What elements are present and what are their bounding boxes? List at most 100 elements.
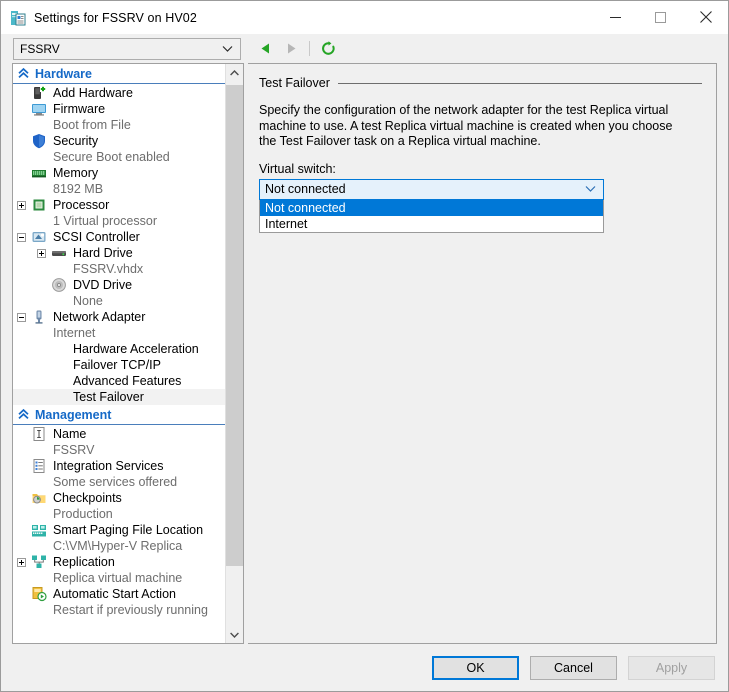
cancel-button[interactable]: Cancel	[530, 656, 617, 680]
tree-item-label: Smart Paging File Location	[53, 523, 203, 537]
name-text-icon	[31, 426, 47, 442]
tree-item-label: Hard Drive	[73, 246, 133, 260]
tree-item-network-adapter[interactable]: Network Adapter	[13, 309, 225, 325]
tree-item-hardware-acceleration[interactable]: Hardware Acceleration	[13, 341, 225, 357]
dialog-footer: OK Cancel Apply	[1, 644, 728, 691]
virtual-switch-dropdown-list[interactable]: Not connectedInternet	[259, 200, 604, 233]
automatic-start-icon	[31, 586, 47, 602]
hard-drive-icon	[51, 245, 67, 261]
tree-item-smart-paging-file-location[interactable]: Smart Paging File Location	[13, 522, 225, 538]
tree-item-label: Add Hardware	[53, 86, 133, 100]
tree-item-sublabel: Some services offered	[13, 474, 225, 490]
virtual-switch-combobox-wrapper: Not connected Not connectedInternet	[259, 179, 604, 233]
tree-item-advanced-features[interactable]: Advanced Features	[13, 373, 225, 389]
tree-item-hard-drive[interactable]: Hard Drive	[13, 245, 225, 261]
tree-item-label: Test Failover	[73, 390, 144, 404]
toolbar: FSSRV	[1, 34, 728, 63]
tree-item-label: Replication	[53, 555, 115, 569]
settings-tree-panel: HardwareAdd HardwareFirmwareBoot from Fi…	[12, 63, 244, 644]
collapse-icon[interactable]	[17, 313, 26, 322]
tree-item-label: SCSI Controller	[53, 230, 140, 244]
chevron-up-double-icon	[17, 408, 30, 421]
expand-icon[interactable]	[17, 558, 26, 567]
tree-item-label: Hardware Acceleration	[73, 342, 199, 356]
tree-item-integration-services[interactable]: Integration Services	[13, 458, 225, 474]
tree-item-sublabel: FSSRV	[13, 442, 225, 458]
tree-item-sublabel: Secure Boot enabled	[13, 149, 225, 165]
minimize-button[interactable]	[593, 1, 638, 33]
window-title: Settings for FSSRV on HV02	[34, 11, 197, 25]
tree-item-scsi-controller[interactable]: SCSI Controller	[13, 229, 225, 245]
integration-services-icon	[31, 458, 47, 474]
toolbar-separator	[309, 41, 310, 56]
firmware-monitor-icon	[31, 101, 47, 117]
add-hardware-icon	[31, 85, 47, 101]
content-pane: Test Failover Specify the configuration …	[248, 63, 717, 644]
tree-item-automatic-start-action[interactable]: Automatic Start Action	[13, 586, 225, 602]
section-title: Hardware	[35, 67, 92, 81]
tree-item-label: Advanced Features	[73, 374, 181, 388]
tree-item-label: Security	[53, 134, 98, 148]
dvd-drive-icon	[51, 277, 67, 293]
tree-item-add-hardware[interactable]: Add Hardware	[13, 85, 225, 101]
memory-module-icon	[31, 165, 47, 181]
title-bar: Settings for FSSRV on HV02	[1, 1, 728, 34]
tree-item-name[interactable]: Name	[13, 426, 225, 442]
tree-item-sublabel: Restart if previously running	[13, 602, 225, 618]
tree-item-sublabel: Internet	[13, 325, 225, 341]
checkpoints-icon	[31, 490, 47, 506]
tree-item-label: Failover TCP/IP	[73, 358, 161, 372]
tree-item-failover-tcp-ip[interactable]: Failover TCP/IP	[13, 357, 225, 373]
tree-item-sublabel: 8192 MB	[13, 181, 225, 197]
maximize-button[interactable]	[638, 1, 683, 33]
network-adapter-icon	[31, 309, 47, 325]
apply-button: Apply	[628, 656, 715, 680]
smart-paging-icon	[31, 522, 47, 538]
back-button[interactable]	[252, 38, 278, 60]
dropdown-option-internet[interactable]: Internet	[260, 216, 603, 232]
tree-item-processor[interactable]: Processor	[13, 197, 225, 213]
group-title: Test Failover	[259, 76, 338, 90]
tree-item-label: Automatic Start Action	[53, 587, 176, 601]
vm-selector-combobox[interactable]: FSSRV	[13, 38, 241, 60]
sidebar-scrollbar[interactable]	[225, 64, 243, 643]
scrollbar-track[interactable]	[226, 81, 243, 626]
dialog-body: HardwareAdd HardwareFirmwareBoot from Fi…	[1, 63, 728, 644]
settings-dialog-window: Settings for FSSRV on HV02 FSSRV	[0, 0, 729, 692]
processor-chip-icon	[31, 197, 47, 213]
dropdown-option-not-connected[interactable]: Not connected	[260, 200, 603, 216]
tree-item-label: Network Adapter	[53, 310, 145, 324]
tree-item-label: DVD Drive	[73, 278, 132, 292]
settings-document-icon	[10, 10, 26, 26]
tree-item-firmware[interactable]: Firmware	[13, 101, 225, 117]
section-header-management[interactable]: Management	[13, 405, 225, 425]
tree-item-sublabel: C:\VM\Hyper-V Replica	[13, 538, 225, 554]
chevron-down-icon	[585, 182, 596, 196]
expand-icon[interactable]	[17, 201, 26, 210]
expand-icon[interactable]	[37, 249, 46, 258]
tree-item-checkpoints[interactable]: Checkpoints	[13, 490, 225, 506]
tree-item-memory[interactable]: Memory	[13, 165, 225, 181]
tree-item-test-failover[interactable]: Test Failover	[13, 389, 225, 405]
refresh-button[interactable]	[315, 38, 341, 60]
group-header: Test Failover	[259, 76, 702, 90]
chevron-down-icon	[222, 42, 233, 56]
tree-item-dvd-drive[interactable]: DVD Drive	[13, 277, 225, 293]
virtual-switch-value: Not connected	[260, 182, 346, 196]
vm-selector-value: FSSRV	[14, 42, 60, 56]
collapse-icon[interactable]	[17, 233, 26, 242]
replication-icon	[31, 554, 47, 570]
scroll-up-button[interactable]	[226, 64, 243, 81]
section-title: Management	[35, 408, 111, 422]
close-button[interactable]	[683, 1, 728, 33]
tree-item-security[interactable]: Security	[13, 133, 225, 149]
ok-button[interactable]: OK	[432, 656, 519, 680]
scroll-down-button[interactable]	[226, 626, 243, 643]
tree-item-label: Memory	[53, 166, 98, 180]
tree-item-sublabel: 1 Virtual processor	[13, 213, 225, 229]
scrollbar-thumb[interactable]	[226, 85, 243, 566]
tree-item-replication[interactable]: Replication	[13, 554, 225, 570]
tree-item-label: Checkpoints	[53, 491, 122, 505]
virtual-switch-combobox[interactable]: Not connected	[259, 179, 604, 200]
section-header-hardware[interactable]: Hardware	[13, 64, 225, 84]
